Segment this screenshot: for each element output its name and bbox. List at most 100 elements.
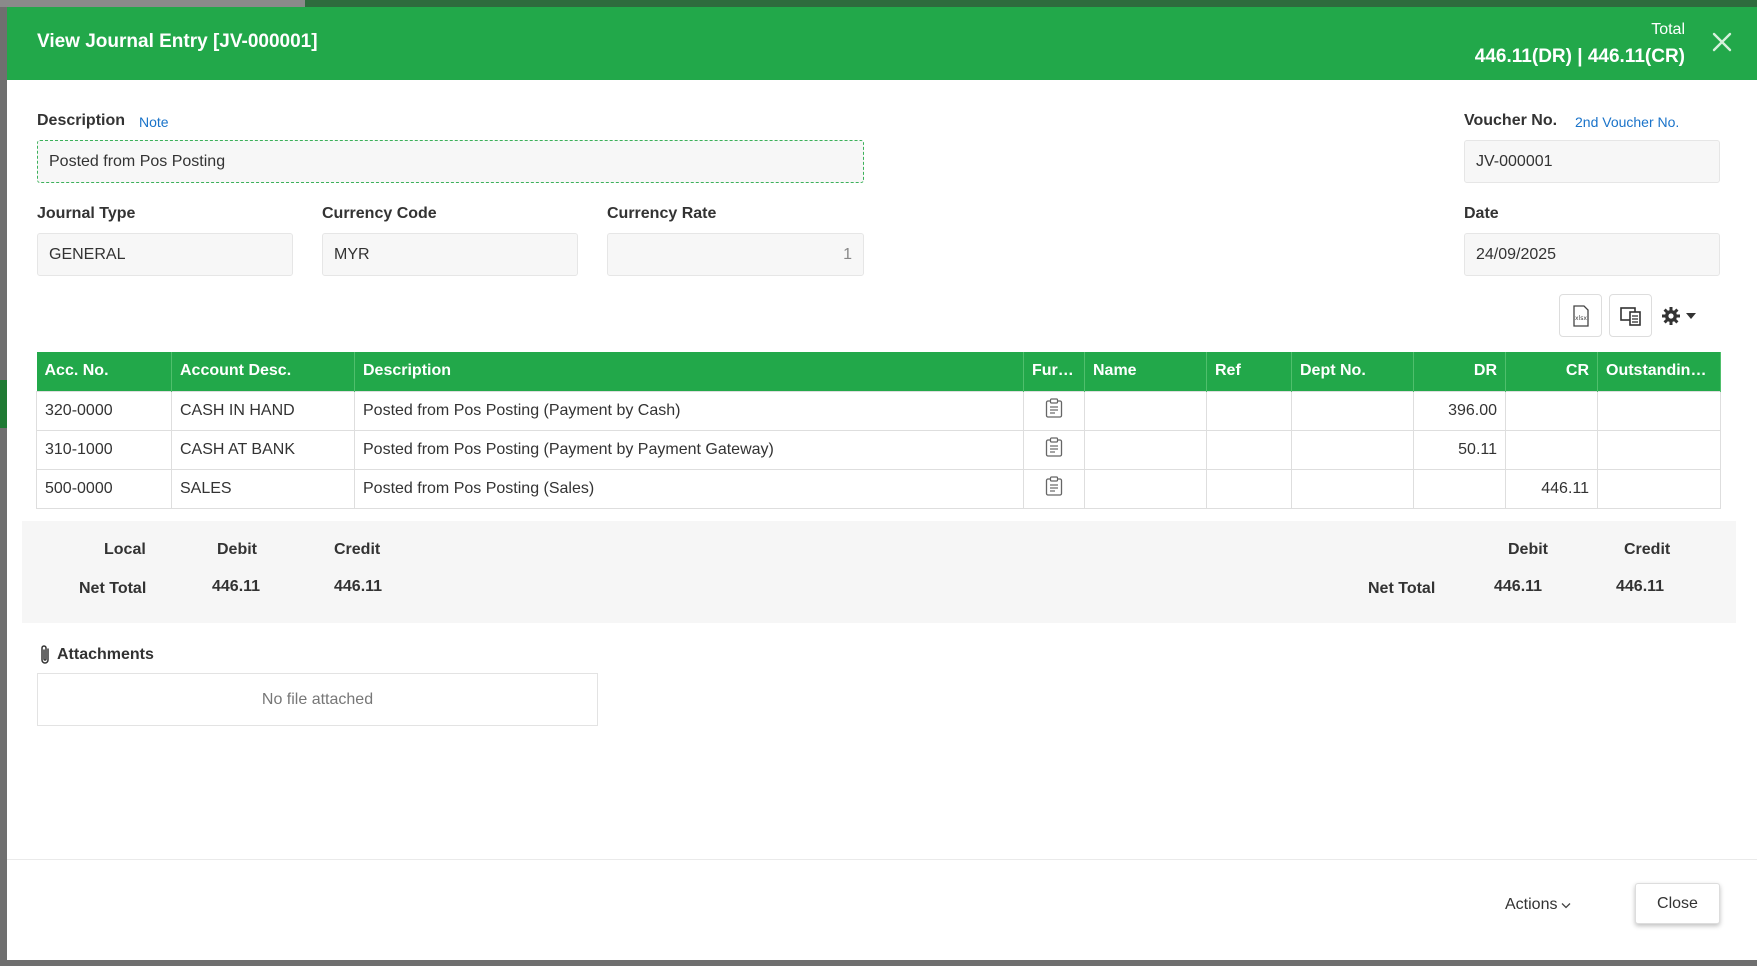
chevron-down-icon <box>1562 902 1571 908</box>
cell-cr <box>1505 390 1598 431</box>
clipboard-icon <box>1045 437 1063 457</box>
journal-type-field[interactable]: GENERAL <box>37 233 293 276</box>
close-button[interactable]: Close <box>1635 883 1720 924</box>
col-account-desc[interactable]: Account Desc. <box>171 352 355 391</box>
journal-type-label: Journal Type <box>37 205 136 222</box>
voucher-label: Voucher No. <box>1464 112 1558 129</box>
cell-account-desc: CASH IN HAND <box>171 390 355 431</box>
col-further[interactable]: Furt... <box>1023 352 1085 391</box>
modal-header: View Journal Entry [JV-000001] Total 446… <box>7 7 1757 80</box>
col-cr[interactable]: CR <box>1505 352 1598 391</box>
description-field[interactable]: Posted from Pos Posting <box>37 140 864 183</box>
total-label: Total <box>1651 21 1685 38</box>
actions-dropdown[interactable]: Actions <box>1505 896 1571 914</box>
totals-summary: Local Debit Credit Net Total 446.11 446.… <box>22 521 1736 623</box>
cell-dept-no <box>1291 468 1414 509</box>
column-chooser-button[interactable] <box>1609 294 1652 337</box>
cell-description: Posted from Pos Posting (Payment by Paym… <box>354 429 1024 470</box>
right-debit-total: 446.11 <box>1494 578 1543 595</box>
background-tab <box>0 0 305 7</box>
table-header-row: Acc. No. Account Desc. Description Furt.… <box>36 352 1721 391</box>
second-voucher-link[interactable]: 2nd Voucher No. <box>1575 114 1679 130</box>
settings-dropdown[interactable] <box>1661 302 1711 330</box>
further-description-button[interactable] <box>1023 429 1085 470</box>
right-debit-label: Debit <box>1508 541 1548 558</box>
close-icon[interactable] <box>1709 29 1735 55</box>
no-file-text: No file attached <box>261 691 374 708</box>
currency-rate-field[interactable]: 1 <box>607 233 864 276</box>
table-row[interactable]: 310-1000 CASH AT BANK Posted from Pos Po… <box>36 429 1721 470</box>
cell-dr: 396.00 <box>1413 390 1506 431</box>
cell-dept-no <box>1291 429 1414 470</box>
voucher-field[interactable]: JV-000001 <box>1464 140 1720 183</box>
cell-account-desc: SALES <box>171 468 355 509</box>
right-credit-total: 446.11 <box>1616 578 1665 595</box>
cell-acc-no: 320-0000 <box>36 390 172 431</box>
cell-description: Posted from Pos Posting (Payment by Cash… <box>354 390 1024 431</box>
cell-account-desc: CASH AT BANK <box>171 429 355 470</box>
footer-divider <box>7 859 1757 860</box>
actions-label: Actions <box>1505 896 1558 913</box>
xlsx-icon: xlsx <box>1572 304 1589 327</box>
further-description-button[interactable] <box>1023 390 1085 431</box>
journal-entry-modal: View Journal Entry [JV-000001] Total 446… <box>7 7 1757 960</box>
cell-acc-no: 500-0000 <box>36 468 172 509</box>
local-credit-total: 446.11 <box>334 578 383 595</box>
attachment-dropzone[interactable]: No file attached <box>37 673 598 726</box>
cell-name <box>1084 429 1207 470</box>
paperclip-icon <box>41 645 49 664</box>
cell-dept-no <box>1291 390 1414 431</box>
gear-icon <box>1662 307 1680 325</box>
attachments-header: Attachments <box>37 643 154 667</box>
currency-code-label: Currency Code <box>322 205 437 222</box>
col-outstanding[interactable]: Outstanding ... <box>1597 352 1721 391</box>
svg-text:xlsx: xlsx <box>1575 315 1587 322</box>
credit-label: Credit <box>334 541 381 558</box>
caret-down-icon <box>1686 313 1696 319</box>
clipboard-icon <box>1045 476 1063 496</box>
note-link[interactable]: Note <box>139 114 169 130</box>
col-dept-no[interactable]: Dept No. <box>1291 352 1414 391</box>
cell-ref <box>1206 390 1292 431</box>
modal-title: View Journal Entry [JV-000001] <box>37 31 318 52</box>
date-label: Date <box>1464 205 1499 222</box>
net-total-label: Net Total <box>79 580 147 597</box>
local-label: Local <box>104 541 146 558</box>
further-description-button[interactable] <box>1023 468 1085 509</box>
export-xlsx-button[interactable]: xlsx <box>1559 294 1602 337</box>
cell-ref <box>1206 429 1292 470</box>
description-label: Description <box>37 112 126 129</box>
cell-dr <box>1413 468 1506 509</box>
col-acc-no[interactable]: Acc. No. <box>36 352 172 391</box>
debit-label: Debit <box>217 541 257 558</box>
columns-icon <box>1619 306 1641 326</box>
right-credit-label: Credit <box>1624 541 1671 558</box>
cell-name <box>1084 468 1207 509</box>
cell-description: Posted from Pos Posting (Sales) <box>354 468 1024 509</box>
date-field[interactable]: 24/09/2025 <box>1464 233 1720 276</box>
cell-name <box>1084 390 1207 431</box>
table-row[interactable]: 500-0000 SALES Posted from Pos Posting (… <box>36 468 1721 509</box>
col-description[interactable]: Description <box>354 352 1024 391</box>
clipboard-icon <box>1045 398 1063 418</box>
currency-code-field[interactable]: MYR <box>322 233 578 276</box>
total-value: 446.11(DR) | 446.11(CR) <box>1474 46 1685 67</box>
cell-acc-no: 310-1000 <box>36 429 172 470</box>
local-debit-total: 446.11 <box>212 578 261 595</box>
col-ref[interactable]: Ref <box>1206 352 1292 391</box>
cell-outstanding <box>1597 390 1721 431</box>
table-row[interactable]: 320-0000 CASH IN HAND Posted from Pos Po… <box>36 390 1721 431</box>
background-bar <box>0 0 1757 7</box>
currency-rate-label: Currency Rate <box>607 205 717 222</box>
cell-ref <box>1206 468 1292 509</box>
col-dr[interactable]: DR <box>1413 352 1506 391</box>
col-name[interactable]: Name <box>1084 352 1207 391</box>
attachments-title: Attachments <box>57 646 154 663</box>
background-sidebar-edge <box>0 380 7 428</box>
cell-dr: 50.11 <box>1413 429 1506 470</box>
cell-cr: 446.11 <box>1505 468 1598 509</box>
journal-lines-table: Acc. No. Account Desc. Description Furt.… <box>36 352 1721 509</box>
cell-outstanding <box>1597 468 1721 509</box>
cell-cr <box>1505 429 1598 470</box>
cell-outstanding <box>1597 429 1721 470</box>
